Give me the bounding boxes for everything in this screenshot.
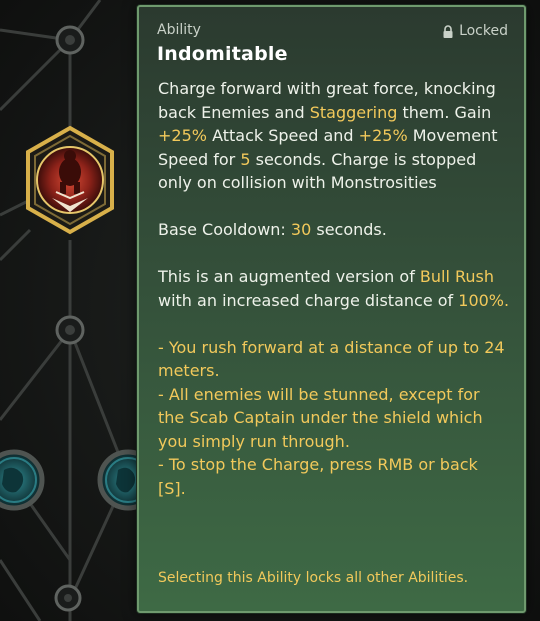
locked-status: Locked (442, 23, 508, 39)
tooltip-header: Ability Locked Indomitable (157, 22, 510, 65)
cooldown-label: Base Cooldown: (158, 220, 286, 239)
cooldown-unit: seconds. (316, 220, 387, 239)
cooldown-line: Base Cooldown: 30 seconds. (158, 218, 510, 242)
bullet-1: - You rush forward at a distance of up t… (158, 337, 505, 381)
ability-title: Indomitable (157, 43, 288, 65)
augment-text-2: with an increased charge distance of (158, 290, 454, 310)
stagger-keyword: Staggering (309, 102, 398, 122)
selected-ability-node[interactable] (26, 125, 114, 235)
description-paragraph: Charge forward with great force, knockin… (158, 77, 510, 195)
ability-tooltip: Ability Locked Indomitable Charge forwar… (137, 5, 526, 613)
locked-label: Locked (459, 23, 508, 39)
base-ability-name: Bull Rush (419, 267, 495, 286)
desc-text-3: Attack Speed and (212, 126, 354, 145)
creature-icon[interactable] (0, 449, 45, 511)
bullet-2: - All enemies will be stunned, except fo… (158, 384, 483, 451)
tree-socket-node-bottom[interactable] (54, 584, 82, 612)
tree-socket-node-middle[interactable] (55, 315, 85, 345)
augment-paragraph: This is an augmented version of Bull Rus… (158, 265, 510, 312)
ability-description: Charge forward with great force, knockin… (158, 77, 510, 500)
augment-text-1: This is an augmented version of (158, 267, 415, 286)
cooldown-value: 30 (290, 220, 312, 239)
duration-value: 5 (240, 149, 251, 169)
ability-lock-warning: Selecting this Ability locks all other A… (158, 570, 469, 586)
charge-distance-value: 100%. (458, 290, 510, 310)
desc-text-2: them. Gain (402, 102, 492, 122)
attack-speed-value: +25% (158, 126, 207, 145)
tree-socket-node-top[interactable] (55, 25, 85, 55)
movement-speed-value: +25% (358, 126, 408, 145)
lock-icon (443, 24, 453, 38)
bullet-3: - To stop the Charge, press RMB or back … (158, 455, 478, 498)
